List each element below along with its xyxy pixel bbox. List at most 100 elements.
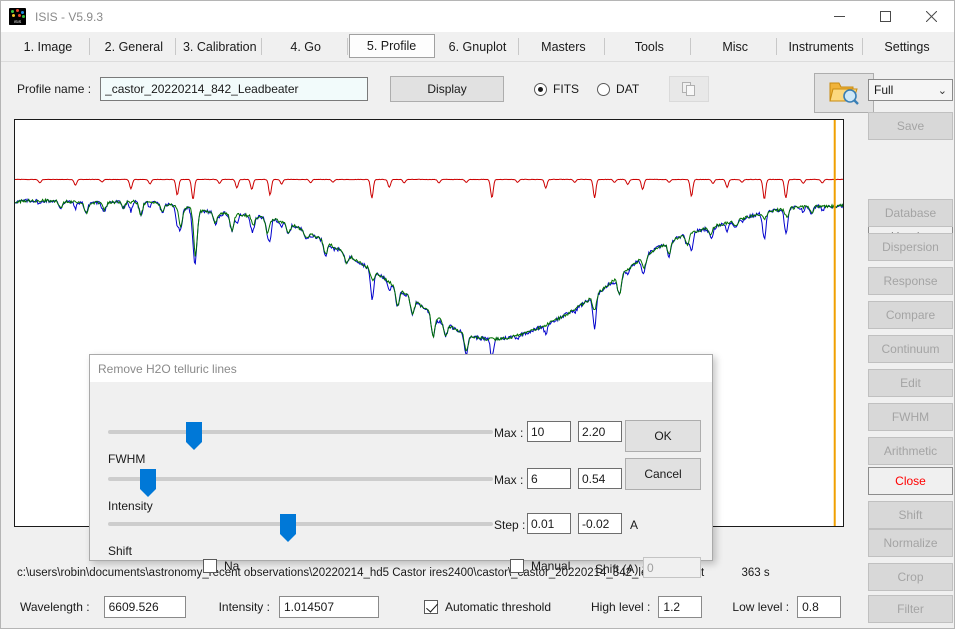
raw-spectrum-trace <box>15 199 843 356</box>
tab-label: Settings <box>884 40 929 54</box>
display-mode-select[interactable]: Full ⌄ <box>868 79 953 101</box>
intensity-slider-track[interactable] <box>108 477 493 481</box>
profile-toolbar: Profile name : Display FITS DAT <box>1 63 954 115</box>
sidebar-button-label: Compare <box>886 308 935 322</box>
fwhm-max-label: Max : <box>494 426 523 440</box>
wavelength-input[interactable] <box>104 596 186 618</box>
exposure-time-text: 363 s <box>741 567 769 579</box>
fwhm-slider-track[interactable] <box>108 430 493 434</box>
tab-label: Instruments <box>788 40 853 54</box>
close-icon[interactable] <box>908 1 954 32</box>
tab-label: Tools <box>635 40 664 54</box>
na-checkbox-label: Na <box>224 559 239 573</box>
sidebar-button-close[interactable]: Close <box>868 467 953 495</box>
radio-fits[interactable]: FITS <box>534 82 579 96</box>
na-checkbox[interactable] <box>203 559 217 573</box>
sidebar-button-compare[interactable]: Compare <box>868 301 953 329</box>
sidebar-button-label: Save <box>897 119 924 133</box>
tab-general[interactable]: 2. General <box>91 32 177 61</box>
shift-step-input[interactable] <box>527 513 571 534</box>
radio-dat[interactable]: DAT <box>597 82 639 96</box>
intensity-max-label: Max : <box>494 473 523 487</box>
tab-label: 3. Calibration <box>183 40 257 54</box>
manual-checkbox-label: Manual <box>531 559 570 573</box>
radio-dat-label: DAT <box>616 82 639 96</box>
low-level-input[interactable] <box>797 596 841 618</box>
sidebar-button-normalize[interactable]: Normalize <box>868 529 953 557</box>
intensity-slider-label: Intensity <box>108 499 153 513</box>
sidebar-button-label: Continuum <box>881 342 939 356</box>
high-level-input[interactable] <box>658 596 702 618</box>
copy-button[interactable] <box>669 76 709 102</box>
sidebar-button-label: Crop <box>897 570 923 584</box>
cancel-button-label: Cancel <box>644 467 681 481</box>
maximize-icon[interactable] <box>862 1 908 32</box>
manual-checkbox-group[interactable]: Manual <box>510 559 570 573</box>
fwhm-slider-label: FWHM <box>108 452 145 466</box>
tab-label: 5. Profile <box>367 39 416 53</box>
manual-shift-input[interactable] <box>643 557 701 578</box>
wavelength-label: Wavelength : <box>20 600 90 614</box>
display-mode-value: Full <box>874 83 893 97</box>
profile-name-input[interactable] <box>100 77 368 101</box>
display-button[interactable]: Display <box>390 76 504 102</box>
tab-profile[interactable]: 5. Profile <box>349 34 435 58</box>
profile-name-label: Profile name : <box>17 82 91 96</box>
fwhm-value-input[interactable] <box>578 421 622 442</box>
manual-checkbox[interactable] <box>510 559 524 573</box>
intensity-label: Intensity : <box>219 600 270 614</box>
shift-slider-track[interactable] <box>108 522 493 526</box>
tab-masters[interactable]: Masters <box>520 32 606 61</box>
sidebar-button-label: Response <box>883 274 937 288</box>
radio-dot-icon <box>597 83 610 96</box>
low-level-label: Low level : <box>732 600 789 614</box>
fwhm-slider-thumb[interactable] <box>186 422 202 442</box>
sidebar-button-arithmetic[interactable]: Arithmetic <box>868 437 953 465</box>
tab-image[interactable]: 1. Image <box>5 32 91 61</box>
shift-value-input[interactable] <box>578 513 622 534</box>
na-checkbox-group[interactable]: Na <box>203 559 239 573</box>
sidebar-button-dispersion[interactable]: Dispersion <box>868 233 953 261</box>
ok-button-label: OK <box>654 429 671 443</box>
shift-unit-label: A <box>630 518 638 532</box>
format-radio-group: FITS DAT <box>534 82 639 96</box>
tab-calibration[interactable]: 3. Calibration <box>177 32 263 61</box>
shift-slider-thumb[interactable] <box>280 514 296 534</box>
manual-shift-label: Shift (A) : <box>595 562 645 576</box>
chevron-down-icon: ⌄ <box>938 84 947 97</box>
minimize-icon[interactable] <box>816 1 862 32</box>
fwhm-max-input[interactable] <box>527 421 571 442</box>
radio-dot-icon <box>534 83 547 96</box>
intensity-slider-thumb[interactable] <box>140 469 156 489</box>
sidebar-button-response[interactable]: Response <box>868 267 953 295</box>
automatic-threshold-checkbox[interactable] <box>424 600 438 614</box>
sidebar-button-label: FWHM <box>892 410 929 424</box>
cancel-button[interactable]: Cancel <box>625 458 701 490</box>
right-sidebar: Full ⌄ Save Header Database Dispersion R… <box>860 63 954 628</box>
sidebar-button-database[interactable]: Database <box>868 199 953 227</box>
tab-go[interactable]: 4. Go <box>263 32 349 61</box>
tab-misc[interactable]: Misc <box>692 32 778 61</box>
tab-settings[interactable]: Settings <box>864 32 950 61</box>
tab-label: 1. Image <box>24 40 73 54</box>
tab-instruments[interactable]: Instruments <box>778 32 864 61</box>
intensity-input[interactable] <box>279 596 379 618</box>
sidebar-button-fwhm[interactable]: FWHM <box>868 403 953 431</box>
intensity-value-input[interactable] <box>578 468 622 489</box>
intensity-max-input[interactable] <box>527 468 571 489</box>
sidebar-button-save[interactable]: Save <box>868 112 953 140</box>
sidebar-button-edit[interactable]: Edit <box>868 369 953 397</box>
tab-tools[interactable]: Tools <box>606 32 692 61</box>
telluric-model-trace <box>15 179 843 198</box>
isis-application-window: ISIS ISIS - V5.9.3 1. Image 2. General 3… <box>0 0 955 629</box>
ok-button[interactable]: OK <box>625 420 701 452</box>
tab-label: 6. Gnuplot <box>449 40 507 54</box>
sidebar-button-continuum[interactable]: Continuum <box>868 335 953 363</box>
tab-gnuplot[interactable]: 6. Gnuplot <box>435 32 521 61</box>
main-tabs: 1. Image 2. General 3. Calibration 4. Go… <box>1 32 954 62</box>
tab-label: Misc <box>722 40 748 54</box>
dialog-title: Remove H2O telluric lines <box>98 362 237 376</box>
sidebar-button-shift[interactable]: Shift <box>868 501 953 529</box>
sidebar-button-label: Edit <box>900 376 921 390</box>
copy-icon <box>682 82 696 97</box>
